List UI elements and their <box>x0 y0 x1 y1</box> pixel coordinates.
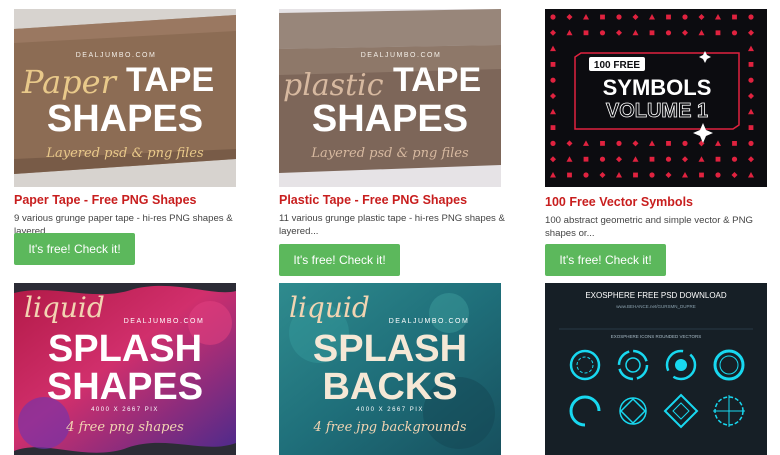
symbol-icon <box>748 14 754 20</box>
symbol-icon <box>599 156 606 162</box>
thumbnail-plastic-tape[interactable]: DEALJUMBO.COM plastic TAPE SHAPES Layere… <box>279 9 501 187</box>
thumb-line2: SHAPES <box>47 366 203 408</box>
symbol-icon <box>682 140 688 146</box>
card-title[interactable]: 100 Free Vector Symbols <box>545 195 693 209</box>
thumb-line1: TAPE <box>126 61 214 99</box>
exosphere-image: EXOSPHERE FREE PSD DOWNLOAD www.BEHANCE.… <box>545 283 767 455</box>
symbol-icon <box>616 140 622 146</box>
symbol-icon <box>715 30 721 36</box>
symbol-icon <box>616 14 622 20</box>
symbol-icon <box>732 141 737 146</box>
thumb-sub: 4 free jpg backgrounds <box>312 420 466 435</box>
symbol-icon <box>583 172 589 178</box>
symbol-icon <box>633 172 638 178</box>
check-it-button[interactable]: It's free! Check it! <box>279 244 400 276</box>
thumbnail-liquid-splash-shapes[interactable]: liquid DEALJUMBO.COM SPLASH SHAPES 4000 … <box>14 283 236 455</box>
thumb-line2: BACKS <box>322 366 457 408</box>
thumb-line2: SHAPES <box>47 98 203 140</box>
card-title[interactable]: Plastic Tape - Free PNG Shapes <box>279 193 467 207</box>
symbol-icon <box>550 62 556 67</box>
symbol-icon <box>665 30 672 36</box>
thumb-subheading: www.BEHANCE.net/GURSMN_DUPRE <box>616 304 696 309</box>
symbol-icon <box>550 77 556 83</box>
thumb-line2: SHAPES <box>312 98 468 140</box>
thumb-line1: TAPE <box>393 61 481 99</box>
thumb-res: 4000 X 2667 PIX <box>91 407 159 413</box>
card-title[interactable]: Paper Tape - Free PNG Shapes <box>14 193 196 207</box>
symbol-icon <box>666 141 671 146</box>
thumbnail-exosphere[interactable]: EXOSPHERE FREE PSD DOWNLOAD www.BEHANCE.… <box>545 283 767 455</box>
thumb-brand: DEALJUMBO.COM <box>361 52 442 59</box>
symbol-icon <box>649 156 655 162</box>
paper-tape-image: DEALJUMBO.COM Paper TAPE SHAPES Layered … <box>14 9 236 187</box>
check-it-button[interactable]: It's free! Check it! <box>545 244 666 276</box>
symbol-icon <box>600 14 605 20</box>
symbol-icon <box>748 77 754 83</box>
thumb-script: liquid <box>24 291 105 324</box>
thumb-sub: 4 free png shapes <box>65 420 184 435</box>
symbol-icon <box>583 30 589 36</box>
thumb-badge: 100 FREE <box>594 60 640 71</box>
thumb-brand: DEALJUMBO.COM <box>124 318 205 325</box>
vector-symbols-image: 100 FREE SYMBOLS VOLUME 1 <box>545 9 767 187</box>
symbol-icon <box>550 140 556 146</box>
liquid-splash-shapes-image: liquid DEALJUMBO.COM SPLASH SHAPES 4000 … <box>14 283 236 455</box>
symbol-icon <box>715 156 721 162</box>
thumbnail-vector-symbols[interactable]: 100 FREE SYMBOLS VOLUME 1 <box>545 9 767 187</box>
symbol-icon <box>715 172 721 178</box>
symbol-icon <box>748 125 754 130</box>
thumb-line1: SPLASH <box>48 328 202 370</box>
thumb-res: 4000 X 2667 PIX <box>356 407 424 413</box>
thumb-brand: DEALJUMBO.COM <box>76 52 157 59</box>
symbol-icon <box>599 30 606 36</box>
symbol-icon <box>732 14 737 20</box>
symbol-icon <box>583 156 589 162</box>
thumb-script: liquid <box>289 291 370 324</box>
symbol-icon <box>748 140 754 146</box>
thumb-brand: DEALJUMBO.COM <box>389 318 470 325</box>
symbol-icon <box>665 156 672 162</box>
thumb-line1: SYMBOLS <box>603 75 712 100</box>
thumb-line2: VOLUME 1 <box>606 100 708 122</box>
thumb-sub: Layered psd & png files <box>45 146 204 161</box>
symbol-icon <box>731 156 738 162</box>
thumb-heading: EXOSPHERE FREE PSD DOWNLOAD <box>585 291 727 300</box>
symbol-icon <box>550 125 556 130</box>
thumbnail-paper-tape[interactable]: DEALJUMBO.COM Paper TAPE SHAPES Layered … <box>14 9 236 187</box>
check-it-button[interactable]: It's free! Check it! <box>14 233 135 265</box>
symbol-icon <box>682 14 688 20</box>
plastic-tape-image: DEALJUMBO.COM plastic TAPE SHAPES Layere… <box>279 9 501 187</box>
thumbnail-liquid-splash-backs[interactable]: liquid DEALJUMBO.COM SPLASH BACKS 4000 X… <box>279 283 501 455</box>
symbol-icon <box>699 172 704 178</box>
symbol-icon <box>550 14 556 20</box>
thumb-line1: SPLASH <box>313 328 467 370</box>
thumb-script: Paper <box>21 63 118 101</box>
symbol-icon <box>600 141 605 146</box>
card-description: 11 various grunge plastic tape - hi-res … <box>279 213 505 237</box>
symbol-icon <box>666 14 671 20</box>
thumb-label: EXOSPHERE ICONS ROUNDED VECTORS <box>611 334 701 339</box>
symbol-icon <box>748 62 754 67</box>
symbol-icon <box>731 30 738 36</box>
symbol-icon <box>649 30 655 36</box>
symbol-icon <box>649 172 655 178</box>
liquid-splash-backs-image: liquid DEALJUMBO.COM SPLASH BACKS 4000 X… <box>279 283 501 455</box>
card-description: 100 abstract geometric and simple vector… <box>545 215 753 239</box>
thumb-sub: Layered psd & png files <box>310 146 469 161</box>
symbol-icon <box>567 172 572 178</box>
